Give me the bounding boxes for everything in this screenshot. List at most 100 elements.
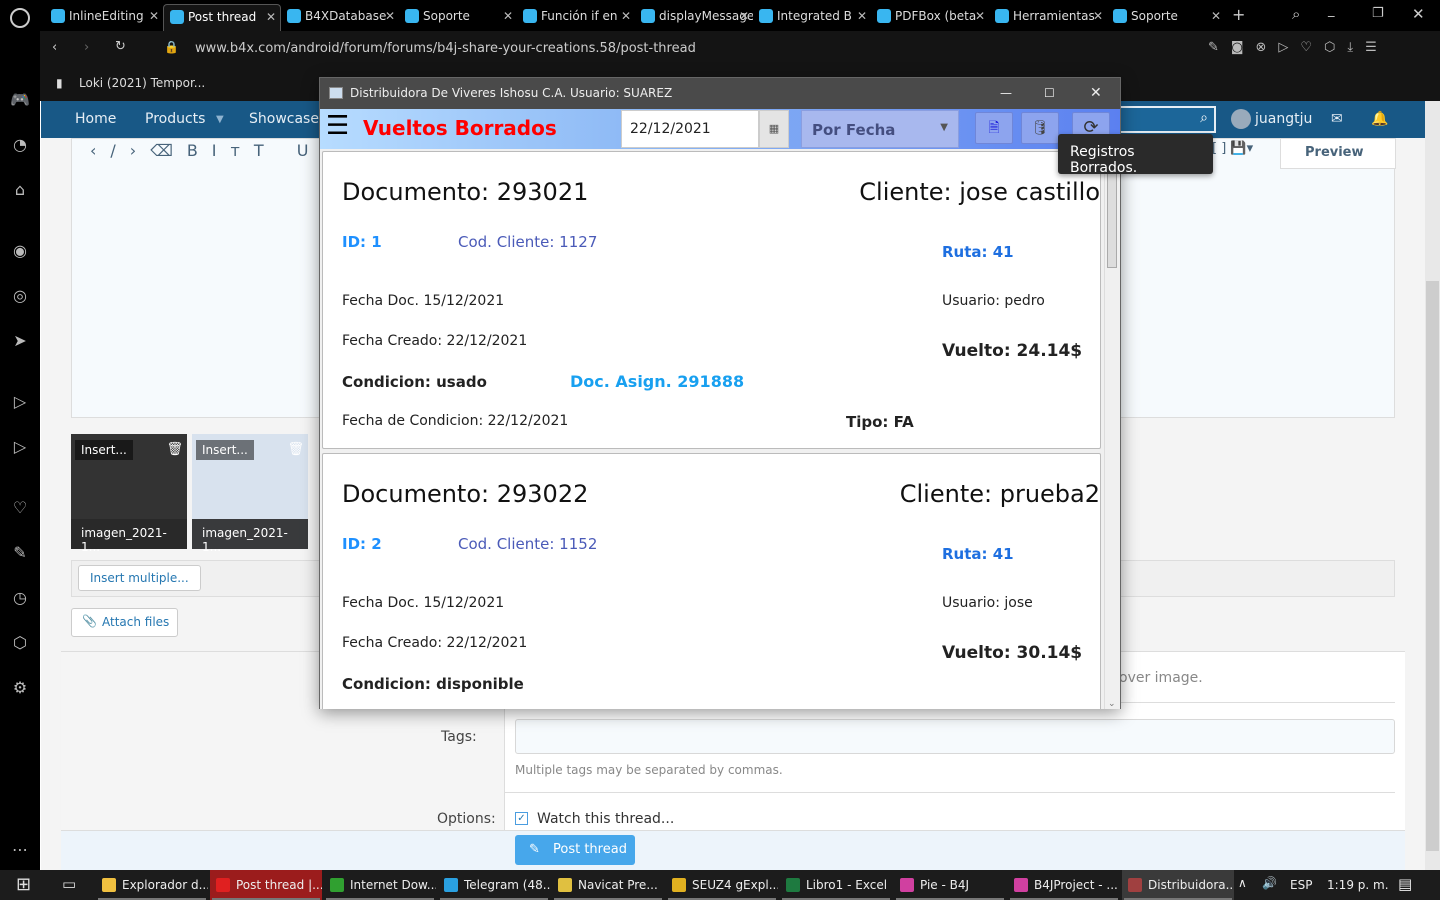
close-window-button[interactable]: ✕ (1412, 5, 1425, 23)
save-draft-icon[interactable]: [ ] 💾▾ (1212, 141, 1253, 156)
browser-tab[interactable]: displayMessage ✕ (635, 4, 753, 31)
attachment-thumb[interactable]: Insert... 🗑 imagen_2021-1... (192, 434, 308, 554)
insert-multiple-button[interactable]: Insert multiple... (78, 565, 201, 591)
taskbar-item[interactable]: Navicat Pre... (552, 870, 664, 900)
edit-icon[interactable]: ✎ (10, 543, 30, 563)
speed-dial-icon[interactable]: ◔ (10, 135, 30, 155)
trash-icon[interactable]: 🗑 (166, 442, 183, 457)
url-field[interactable]: www.b4x.com/android/forum/forums/b4j-sha… (195, 41, 696, 56)
close-tab-icon[interactable]: ✕ (857, 4, 867, 28)
forward-button[interactable]: › (84, 40, 89, 55)
insert-badge[interactable]: Insert... (75, 440, 133, 460)
filter-value: Por Fecha (812, 121, 896, 139)
cube-icon[interactable]: ⬡ (10, 633, 30, 653)
browser-tab[interactable]: Función if en ✕ (517, 4, 635, 31)
browser-tab[interactable]: Post thread ✕ (163, 4, 281, 31)
toolbar-icons[interactable]: ✎◙⊗▷♡⬡⤓☰ (1208, 40, 1389, 55)
browser-tab[interactable]: Herramientas ✕ (989, 4, 1107, 31)
watch-checkbox[interactable]: ✓ (515, 812, 528, 825)
preview-button[interactable]: Preview (1280, 138, 1396, 169)
scroll-down-icon[interactable]: ⌄ (1108, 699, 1116, 709)
filter-select[interactable]: Por Fecha ▼ (801, 110, 959, 148)
user-name[interactable]: juangtju (1255, 111, 1312, 127)
dialog-maximize-button[interactable]: ☐ (1044, 78, 1055, 109)
task-view-icon[interactable]: ▭ (62, 875, 76, 893)
language-indicator[interactable]: ESP (1290, 878, 1312, 892)
close-tab-icon[interactable]: ✕ (975, 4, 985, 28)
new-tab-button[interactable]: + (1232, 5, 1245, 24)
nav-showcase[interactable]: Showcase (249, 111, 319, 127)
taskbar-item[interactable]: Telegram (48... (438, 870, 550, 900)
taskbar-item[interactable]: Libro1 - Excel (780, 870, 892, 900)
taskbar-item[interactable]: SEUZ4 gExpl... (666, 870, 778, 900)
dialog-scrollbar[interactable]: ⌄ (1104, 151, 1119, 709)
whatsapp-icon[interactable]: ◎ (10, 286, 30, 306)
taskbar-item[interactable]: Distribuidora... (1122, 870, 1234, 900)
nav-products[interactable]: Products (145, 111, 205, 127)
browser-tab[interactable]: B4XDatabase ✕ (281, 4, 399, 31)
editor-toolbar[interactable]: ‹/›⌫BIᴛT U⋮ (90, 141, 352, 160)
browser-tab[interactable]: Soporte ✕ (399, 4, 517, 31)
insert-badge[interactable]: Insert... (196, 440, 254, 460)
opera-logo-icon[interactable] (10, 8, 30, 28)
bell-icon[interactable]: 🔔 (1371, 111, 1388, 127)
reload-button[interactable]: ↻ (115, 39, 126, 54)
nav-home[interactable]: Home (75, 111, 116, 127)
gamepad-icon[interactable]: 🎮 (10, 90, 30, 110)
tray-chevron-icon[interactable]: ∧ (1238, 876, 1247, 890)
send-icon[interactable]: ▷ (10, 437, 30, 457)
post-thread-button[interactable]: ✎ Post thread (515, 835, 635, 865)
trash-records-button[interactable]: 🛢 (1021, 112, 1059, 144)
taskbar-item[interactable]: Pie - B4J (894, 870, 1006, 900)
taskbar-item[interactable]: Explorador d... (96, 870, 208, 900)
clock[interactable]: 1:19 p. m. (1327, 878, 1389, 892)
taskbar-item[interactable]: Post thread |... (210, 870, 322, 900)
attachment-thumb[interactable]: Insert... 🗑 imagen_2021-1... (71, 434, 187, 554)
close-tab-icon[interactable]: ✕ (621, 4, 631, 28)
browser-tab[interactable]: Integrated B ✕ (753, 4, 871, 31)
close-tab-icon[interactable]: ✕ (149, 4, 159, 28)
minimize-button[interactable]: _ (1328, 3, 1335, 18)
trash-icon[interactable]: 🗑 (287, 442, 304, 457)
inbox-icon[interactable]: ✉ (1331, 111, 1343, 127)
record-card[interactable]: Documento: 293022 Cliente: prueba2 ID: 2… (322, 453, 1101, 709)
start-icon[interactable]: ⊞ (16, 874, 31, 895)
volume-icon[interactable]: 🔊 (1262, 876, 1277, 890)
document-button[interactable]: 🗎 (975, 112, 1013, 144)
back-button[interactable]: ‹ (52, 40, 57, 55)
page-scrollbar[interactable] (1425, 101, 1440, 870)
history-icon[interactable]: ◷ (10, 588, 30, 608)
dialog-minimize-button[interactable]: — (1000, 78, 1012, 109)
browser-tab[interactable]: InlineEditing ✕ (45, 4, 163, 31)
close-tab-icon[interactable]: ✕ (385, 4, 395, 28)
player-icon[interactable]: ▷ (10, 392, 30, 412)
taskbar-item[interactable]: Internet Dow... (324, 870, 436, 900)
attach-files-button[interactable]: 📎 Attach files (71, 608, 178, 637)
more-icon[interactable]: ⋯ (10, 840, 30, 860)
close-tab-icon[interactable]: ✕ (1093, 4, 1103, 28)
close-tab-icon[interactable]: ✕ (503, 4, 513, 28)
taskbar-item[interactable]: B4JProject - ... (1008, 870, 1120, 900)
date-input[interactable]: 22/12/2021 (621, 110, 759, 148)
settings-icon[interactable]: ⚙ (10, 678, 30, 698)
avatar[interactable] (1231, 109, 1251, 129)
record-card[interactable]: Documento: 293021 Cliente: jose castillo… (322, 151, 1101, 449)
menu-icon[interactable]: ☰ (326, 112, 349, 140)
dialog-close-button[interactable]: ✕ (1090, 78, 1102, 109)
restore-button[interactable]: ❐ (1372, 6, 1384, 21)
tags-input[interactable] (515, 719, 1395, 754)
telegram-icon[interactable]: ➤ (10, 331, 30, 351)
close-tab-icon[interactable]: ✕ (266, 5, 276, 29)
calendar-icon[interactable]: ▦ (759, 110, 789, 148)
browser-tab[interactable]: PDFBox (beta ✕ (871, 4, 989, 31)
messenger-icon[interactable]: ◉ (10, 241, 30, 261)
bookmark-item[interactable]: Loki (2021) Tempor... (79, 76, 205, 90)
close-tab-icon[interactable]: ✕ (1211, 4, 1221, 28)
notifications-icon[interactable]: ▤ (1398, 875, 1412, 893)
search-tabs-icon[interactable]: ⌕ (1292, 5, 1300, 23)
heart-icon[interactable]: ♡ (10, 498, 30, 518)
bag-icon[interactable]: ⌂ (10, 180, 30, 200)
close-tab-icon[interactable]: ✕ (739, 4, 749, 28)
app-icon (672, 878, 686, 892)
browser-tab[interactable]: Soporte ✕ (1107, 4, 1225, 31)
